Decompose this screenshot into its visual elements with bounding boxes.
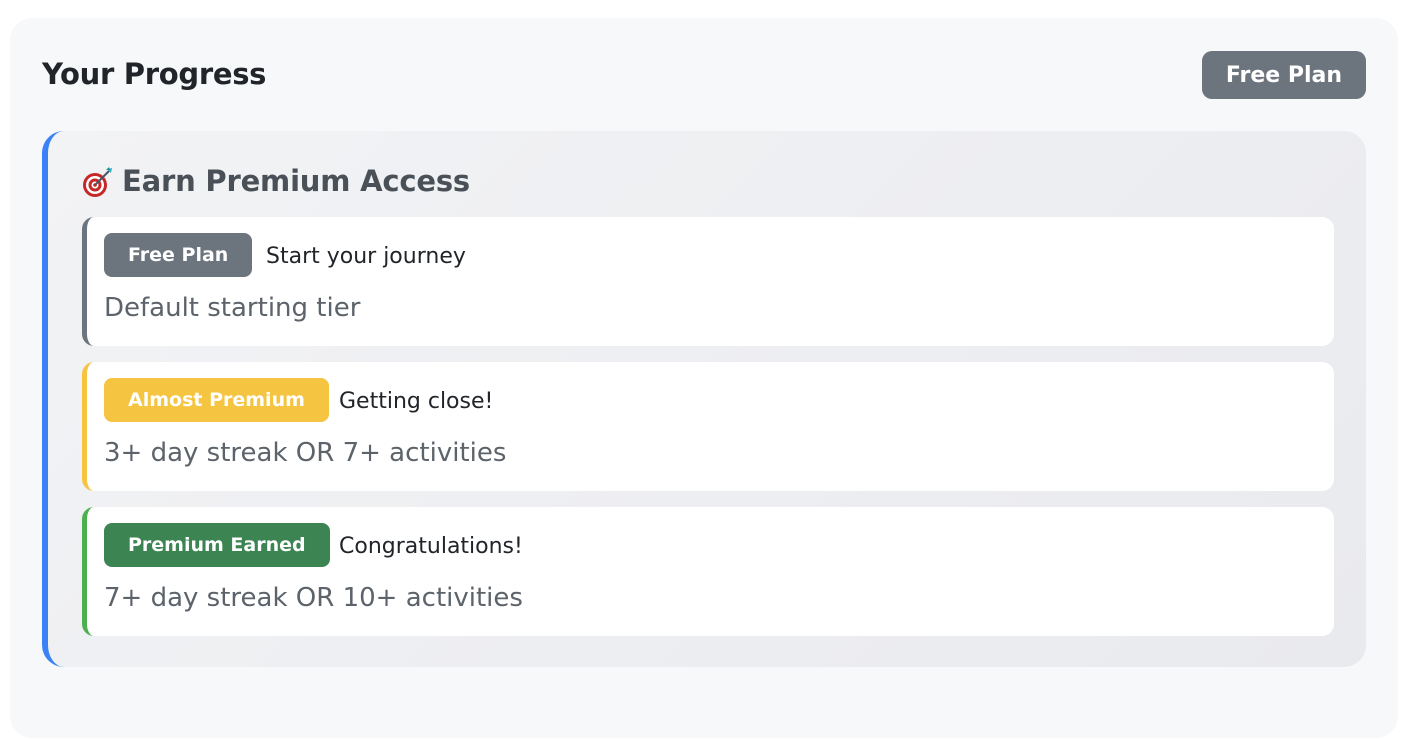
tier-subtitle: Start your journey xyxy=(266,244,466,269)
tier-description: Default starting tier xyxy=(104,293,361,323)
page-title: Your Progress xyxy=(42,57,267,91)
tier-subtitle: Getting close! xyxy=(339,389,494,414)
tier-badge: Free Plan xyxy=(104,233,253,277)
tier-card-premium-earned: Premium Earned Congratulations! 7+ day s… xyxy=(82,507,1334,636)
panel-title-text: Earn Premium Access xyxy=(122,164,470,198)
tier-badge: Premium Earned xyxy=(104,523,330,567)
progress-header: Your Progress Free Plan xyxy=(42,51,1366,99)
panel-title: Earn Premium Access xyxy=(80,164,470,198)
target-dart-icon xyxy=(80,166,112,198)
tier-badge: Almost Premium xyxy=(104,378,329,422)
progress-card: Your Progress Free Plan Earn Premium Acc… xyxy=(10,18,1398,738)
tier-subtitle: Congratulations! xyxy=(339,534,523,559)
current-plan-badge: Free Plan xyxy=(1201,51,1366,99)
tier-description: 7+ day streak OR 10+ activities xyxy=(104,583,523,613)
earn-premium-panel: Earn Premium Access Free Plan Start your… xyxy=(42,131,1366,667)
tier-description: 3+ day streak OR 7+ activities xyxy=(104,438,507,468)
tier-card-almost-premium: Almost Premium Getting close! 3+ day str… xyxy=(82,362,1334,491)
tier-card-free: Free Plan Start your journey Default sta… xyxy=(82,217,1334,346)
